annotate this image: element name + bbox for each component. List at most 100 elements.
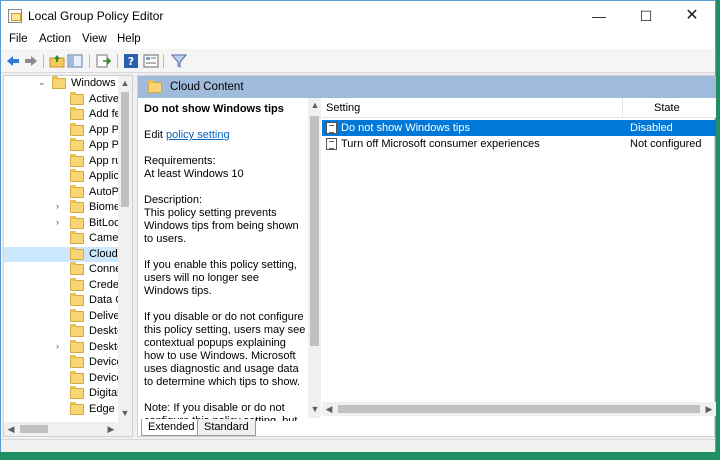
tree-item[interactable]: Conne <box>4 262 124 278</box>
help-icon[interactable]: ? <box>123 53 139 69</box>
tree-item[interactable]: Camer <box>4 231 124 247</box>
svg-text:?: ? <box>128 55 134 68</box>
title-bar[interactable]: Local Group Policy Editor — ☐ ✕ <box>1 1 715 31</box>
tree-item-label: AutoPl <box>89 185 122 198</box>
scroll-up-icon[interactable]: ▲ <box>118 78 132 88</box>
folder-icon <box>70 91 84 105</box>
export-list-icon[interactable] <box>95 53 111 69</box>
tree-item-label: Add fe <box>89 108 121 120</box>
requirements: Requirements: At least Windows 10 <box>144 155 306 181</box>
column-setting[interactable]: Setting <box>326 102 360 114</box>
tree-item[interactable]: Digital <box>4 386 124 402</box>
folder-icon <box>70 107 84 120</box>
list-scrollbar-thumb[interactable] <box>338 405 700 413</box>
menu-help[interactable]: Help <box>117 33 141 45</box>
tree-item[interactable]: Deskto <box>4 324 124 340</box>
tree-hscroll-thumb[interactable] <box>20 425 48 433</box>
tree-item[interactable]: › Deskto <box>4 339 124 356</box>
tree-item-label: App ru <box>89 154 122 167</box>
tree-item-label: Conne <box>89 263 122 275</box>
settings-list-header: Setting State <box>322 98 716 118</box>
setting-name: Do not show Windows tips <box>341 122 470 134</box>
folder-icon <box>70 169 84 182</box>
requirements-value: At least Windows 10 <box>144 168 244 180</box>
folder-icon <box>70 231 84 244</box>
minimize-button[interactable]: — <box>576 1 622 31</box>
expand-arrow-icon[interactable]: › <box>56 217 64 227</box>
tree-item[interactable]: ActiveX <box>4 91 124 108</box>
filter-icon[interactable] <box>171 53 187 69</box>
tree-pane[interactable]: ⌄ Windows (ActiveX Add fe App Pa App Pr App r… <box>3 75 133 437</box>
setting-state: Disabled <box>630 122 673 134</box>
description-scrollbar-thumb[interactable] <box>310 116 319 346</box>
tree-item[interactable]: Device <box>4 355 124 371</box>
folder-icon <box>70 200 84 213</box>
tab-standard[interactable]: Standard <box>197 419 256 436</box>
folder-icon <box>70 386 84 399</box>
scroll-left-icon[interactable]: ◀ <box>322 404 336 415</box>
tree-item[interactable]: App ru <box>4 153 124 170</box>
menu-file[interactable]: File <box>9 33 28 45</box>
description-scrollbar[interactable]: ▲ ▼ <box>308 98 321 418</box>
edit-line: Edit policy setting <box>144 129 306 142</box>
tree-item[interactable]: Device <box>4 370 124 387</box>
close-button[interactable]: ✕ <box>669 1 715 31</box>
scroll-down-icon[interactable]: ▼ <box>118 408 132 418</box>
tree-item[interactable]: Add fe <box>4 107 124 123</box>
tree-item[interactable]: AutoPl <box>4 184 124 201</box>
list-horizontal-scrollbar[interactable]: ◀ ▶ <box>322 402 716 416</box>
tree-horizontal-scrollbar[interactable]: ◀ ▶ <box>4 422 132 436</box>
folder-icon <box>70 262 84 275</box>
scroll-right-icon[interactable]: ▶ <box>702 404 716 415</box>
setting-state: Not configured <box>630 138 702 150</box>
tree-item[interactable]: Edge U <box>4 401 124 418</box>
tree-vertical-scrollbar[interactable]: ▲ ▼ <box>118 76 132 422</box>
forward-icon[interactable] <box>23 53 39 69</box>
description-label: Description: <box>144 194 203 206</box>
column-divider[interactable] <box>622 98 623 118</box>
tab-extended[interactable]: Extended <box>141 419 202 436</box>
folder-icon <box>70 122 84 136</box>
tree-scrollbar-thumb[interactable] <box>121 92 129 207</box>
tree-item[interactable]: › Biome <box>4 200 124 216</box>
scroll-right-icon[interactable]: ▶ <box>104 424 118 435</box>
properties-pane-icon[interactable] <box>143 53 159 69</box>
folder-icon <box>70 293 84 306</box>
menu-action[interactable]: Action <box>39 33 71 45</box>
toolbar-separator <box>89 54 90 68</box>
tree-item[interactable]: Data C <box>4 293 124 309</box>
back-icon[interactable] <box>5 53 21 69</box>
tree-item[interactable]: App Pr <box>4 138 124 154</box>
setting-row[interactable]: Turn off Microsoft consumer experiences … <box>322 136 716 152</box>
edit-policy-setting-link[interactable]: policy setting <box>166 129 230 141</box>
group-policy-editor-window: Local Group Policy Editor — ☐ ✕ File Act… <box>0 0 716 452</box>
menu-view[interactable]: View <box>82 33 107 45</box>
collapse-arrow-icon[interactable]: ⌄ <box>38 77 46 88</box>
tree-item[interactable]: Deliver <box>4 308 124 325</box>
scroll-down-icon[interactable]: ▼ <box>308 404 322 414</box>
tree-item[interactable]: ⌄ Windows ( <box>4 76 124 92</box>
tree-item[interactable]: Applic <box>4 169 124 185</box>
toolbar: ? <box>1 49 715 73</box>
tree-item[interactable]: › BitLoc <box>4 215 124 232</box>
tree-item[interactable]: App Pa <box>4 122 124 139</box>
tree-item[interactable]: Creder <box>4 277 124 294</box>
show-hide-tree-icon[interactable] <box>67 53 83 69</box>
setting-row-selected[interactable]: Do not show Windows tips Disabled <box>322 120 716 136</box>
tree-item-label: Biome <box>89 201 121 213</box>
folder-icon <box>70 184 84 198</box>
setting-name: Turn off Microsoft consumer experiences <box>341 138 540 150</box>
column-state[interactable]: State <box>654 102 680 114</box>
up-folder-icon[interactable] <box>49 53 65 69</box>
maximize-button[interactable]: ☐ <box>623 1 669 31</box>
view-tabs: Extended Standard <box>137 419 337 437</box>
folder-icon <box>70 277 84 291</box>
folder-icon <box>148 80 162 93</box>
scroll-left-icon[interactable]: ◀ <box>4 424 18 435</box>
expand-arrow-icon[interactable]: › <box>56 341 64 351</box>
expand-arrow-icon[interactable]: › <box>56 201 64 211</box>
tree-item-label: Digital <box>89 387 120 399</box>
description-para-2: If you enable this policy setting, users… <box>144 259 297 297</box>
tree-item[interactable]: Cloud <box>4 246 124 262</box>
scroll-up-icon[interactable]: ▲ <box>308 100 322 110</box>
